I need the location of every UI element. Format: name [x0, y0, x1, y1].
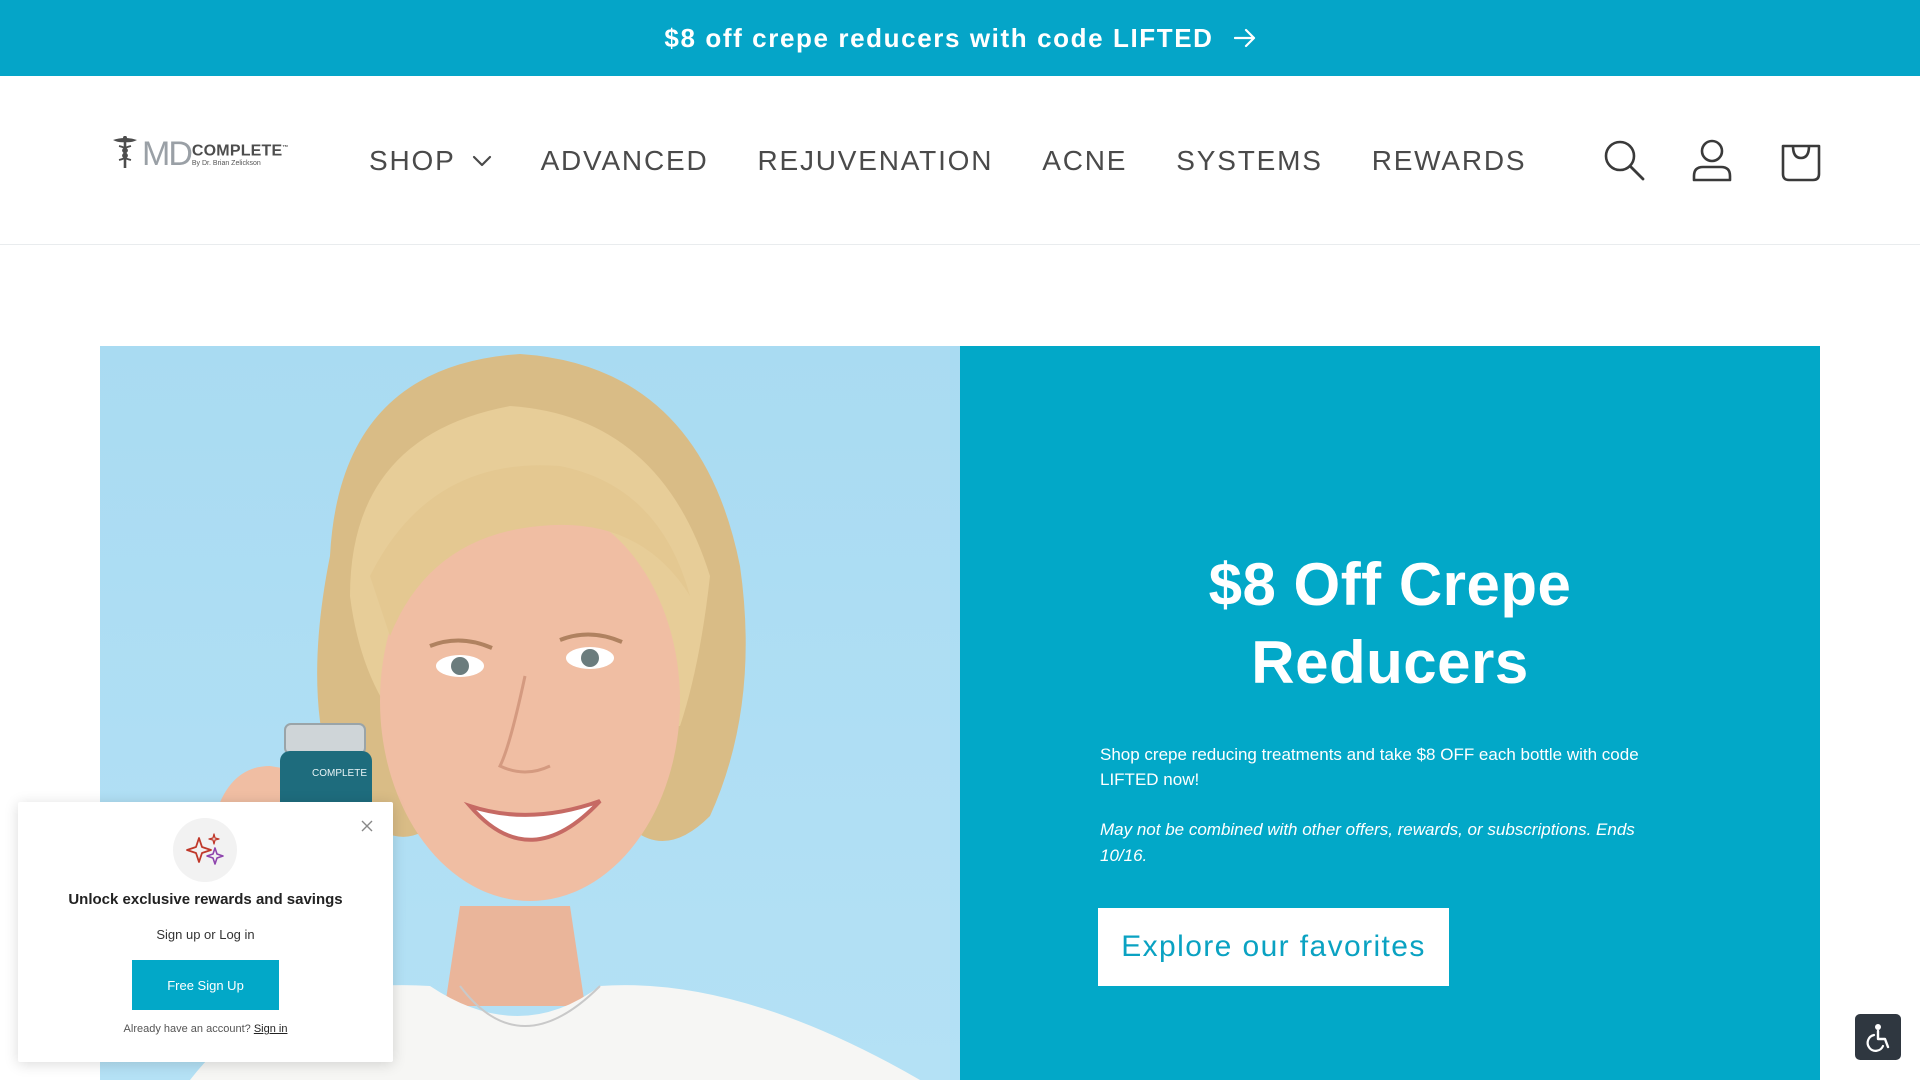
- nav-item-shop[interactable]: SHOP: [369, 145, 492, 177]
- rewards-popup: Unlock exclusive rewards and savings Sig…: [18, 802, 393, 1062]
- accessibility-icon[interactable]: [1855, 1014, 1901, 1060]
- chevron-down-icon: [472, 155, 492, 167]
- sparkles-icon: [173, 818, 237, 882]
- close-icon[interactable]: [359, 818, 375, 834]
- hero-description: Shop crepe reducing treatments and take …: [1100, 745, 1639, 789]
- logo-byline: By Dr. Brian Zelickson: [191, 159, 261, 167]
- free-sign-up-button[interactable]: Free Sign Up: [132, 960, 279, 1010]
- nav-label: SYSTEMS: [1176, 144, 1323, 176]
- nav-label: REJUVENATION: [757, 144, 994, 176]
- arrow-right-icon: [1233, 28, 1256, 48]
- jar-label: COMPLETE: [312, 768, 367, 779]
- nav-item-systems[interactable]: SYSTEMS: [1176, 145, 1322, 177]
- nav-label: REWARDS: [1371, 144, 1527, 176]
- popup-footer: Already have an account? Sign in: [18, 1023, 393, 1035]
- main-nav: SHOP ADVANCED REJUVENATION ACNE SYSTEMS …: [369, 76, 1575, 245]
- cart-icon[interactable]: [1777, 136, 1825, 184]
- hero-title-line2: Reducers: [1251, 629, 1529, 696]
- nav-item-rejuvenation[interactable]: REJUVENATION: [757, 145, 993, 177]
- announcement-text: $8 off crepe reducers with code LIFTED: [664, 22, 1214, 53]
- logo-wordmark: COMPLETE™ By Dr. Brian Zelickson: [192, 140, 289, 167]
- nav-label: ACNE: [1042, 144, 1128, 176]
- hero-title: $8 Off Crepe Reducers: [960, 546, 1820, 702]
- logo[interactable]: MD COMPLETE™ By Dr. Brian Zelickson: [110, 134, 288, 175]
- announcement-bar[interactable]: $8 off crepe reducers with code LIFTED: [0, 0, 1920, 76]
- search-icon[interactable]: [1600, 136, 1648, 184]
- popup-title: Unlock exclusive rewards and savings: [68, 891, 343, 908]
- site-header: MD COMPLETE™ By Dr. Brian Zelickson SHOP…: [0, 76, 1920, 245]
- popup-subtitle: Sign up or Log in: [156, 927, 255, 942]
- caduceus-icon: [110, 134, 140, 175]
- hero-disclaimer: May not be combined with other offers, r…: [1100, 820, 1635, 865]
- nav-label: ADVANCED: [540, 144, 709, 176]
- sign-in-link[interactable]: Sign in: [254, 1023, 288, 1035]
- nav-item-rewards[interactable]: REWARDS: [1372, 145, 1527, 177]
- nav-item-advanced[interactable]: ADVANCED: [541, 145, 709, 177]
- account-icon[interactable]: [1688, 136, 1736, 184]
- nav-label: SHOP: [369, 144, 456, 176]
- nav-item-acne[interactable]: ACNE: [1042, 145, 1127, 177]
- hero-promo-panel: $8 Off Crepe Reducers Shop crepe reducin…: [960, 346, 1820, 1080]
- logo-tm: ™: [282, 145, 289, 152]
- explore-favorites-button[interactable]: Explore our favorites: [1098, 908, 1449, 986]
- hero-title-line1: $8 Off Crepe: [1208, 551, 1572, 618]
- logo-md: MD: [142, 134, 193, 173]
- popup-footer-text: Already have an account?: [123, 1023, 251, 1035]
- logo-complete: COMPLETE: [191, 142, 283, 160]
